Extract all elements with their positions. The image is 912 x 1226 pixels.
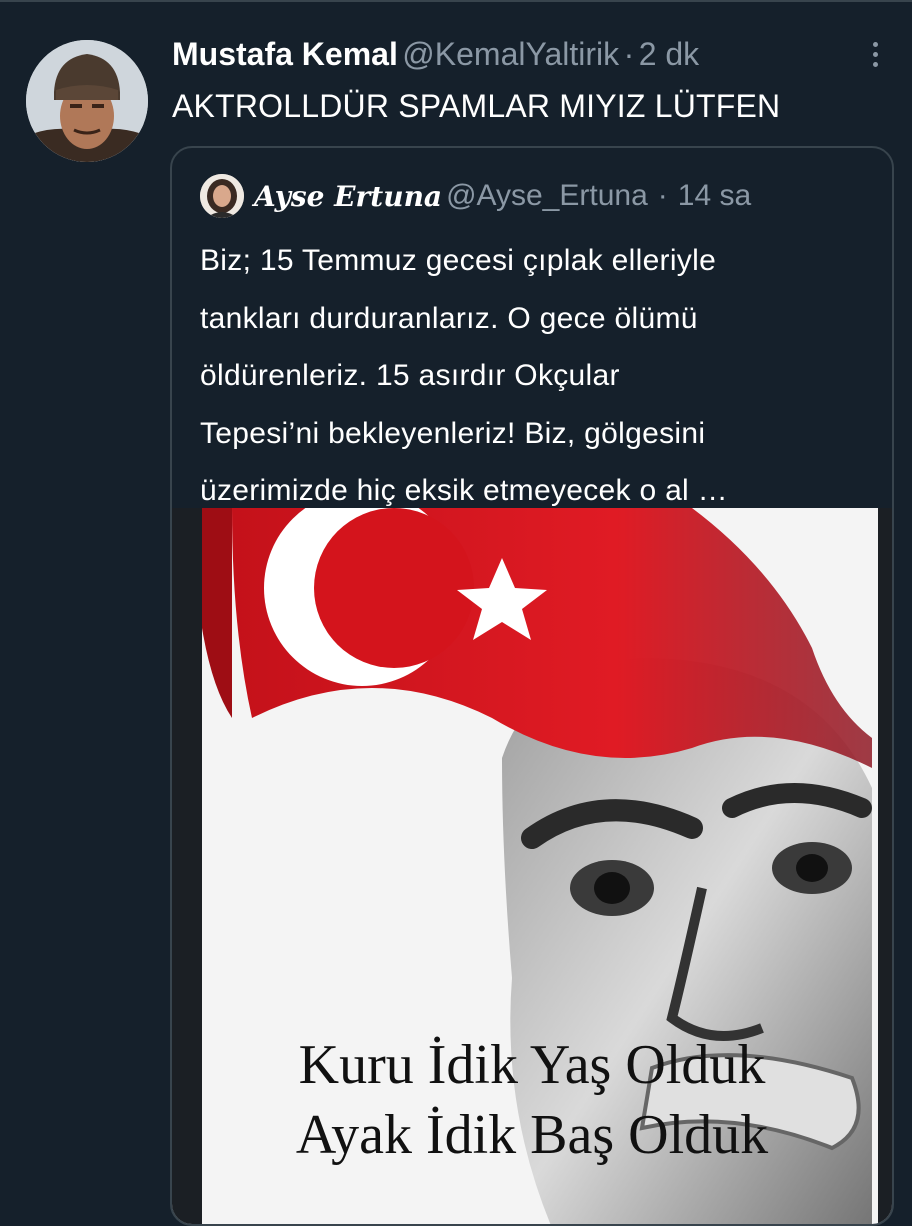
author-name[interactable]: Mustafa Kemal [172, 36, 398, 72]
quoted-tweet[interactable]: Ayse Ertuna @Ayse_Ertuna · 14 sa Biz; 15… [170, 146, 894, 1226]
quoted-avatar-image [200, 174, 244, 218]
media-caption-line-2: Ayak İdik Baş Olduk [296, 1104, 768, 1166]
quoted-tweet-header: Ayse Ertuna @Ayse_Ertuna · 14 sa [200, 174, 751, 218]
tweet[interactable]: Mustafa Kemal @KemalYaltirik · 2 dk AKTR… [0, 0, 912, 1226]
tweet-header: Mustafa Kemal @KemalYaltirik · 2 dk [172, 36, 882, 80]
avatar[interactable] [26, 40, 148, 162]
quoted-separator-dot: · [657, 179, 668, 212]
quoted-text-line: öldürenleriz. 15 asırdır Okçular [200, 359, 620, 392]
quoted-avatar[interactable] [200, 174, 244, 218]
tweet-time[interactable]: 2 dk [639, 36, 699, 72]
media-caption-line-1: Kuru İdik Yaş Olduk [299, 1034, 766, 1096]
tweet-text: AKTROLLDÜR SPAMLAR MIYIZ LÜTFEN [172, 88, 781, 124]
quoted-tweet-text: Biz; 15 Temmuz gecesi çıplak elleriyle t… [200, 232, 880, 520]
more-horizontal-icon[interactable] [860, 36, 890, 72]
avatar-image [26, 40, 148, 162]
quoted-text-line: Tepesi’ni bekleyenleriz! Biz, gölgesini [200, 416, 706, 450]
author-handle[interactable]: @KemalYaltirik [402, 36, 619, 72]
quoted-tweet-time[interactable]: 14 sa [678, 179, 751, 213]
quoted-text-line: tankları durduranlarız. O gece ölümü [200, 301, 698, 335]
quoted-author-handle[interactable]: @Ayse_Ertuna [446, 179, 648, 213]
quoted-text-line: Biz; 15 Temmuz gecesi çıplak elleriyle [200, 244, 717, 277]
quoted-author-name[interactable]: Ayse Ertuna [254, 180, 442, 213]
separator-dot: · [623, 36, 635, 72]
quoted-media-image[interactable]: Kuru İdik Yaş Olduk Ayak İdik Baş Olduk [172, 508, 892, 1224]
flag-portrait-illustration: Kuru İdik Yaş Olduk Ayak İdik Baş Olduk [172, 508, 892, 1224]
